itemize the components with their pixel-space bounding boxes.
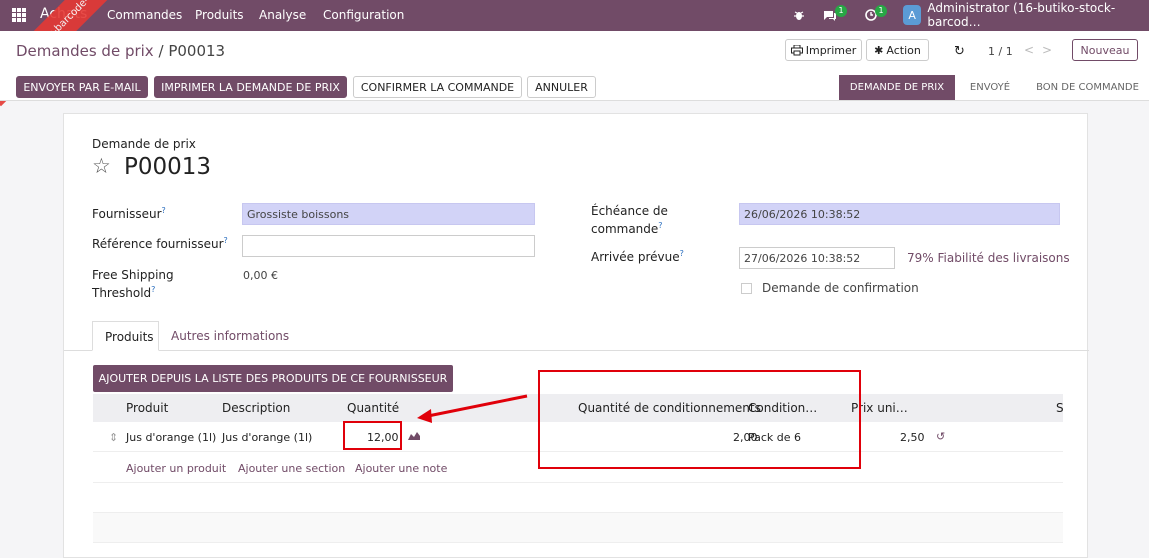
annotation-arrow	[417, 394, 528, 423]
